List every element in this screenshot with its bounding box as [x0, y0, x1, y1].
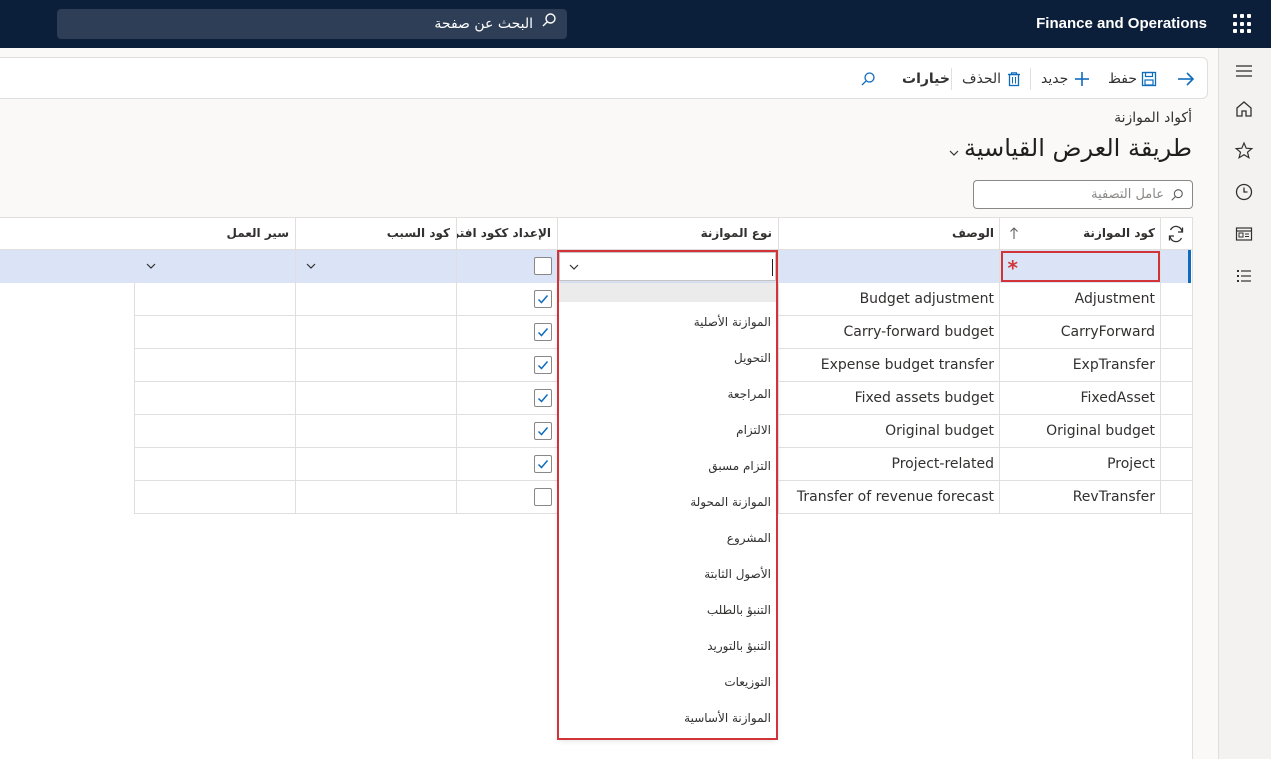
filter-placeholder: عامل التصفية: [1091, 187, 1164, 202]
column-header-workflow[interactable]: سير العمل: [134, 217, 295, 250]
search-icon: [541, 9, 557, 39]
column-header-budget-type[interactable]: نوع الموازنة: [558, 217, 778, 250]
hamburger-menu-icon[interactable]: [1233, 60, 1255, 82]
page-search-input[interactable]: البحث عن صفحة: [57, 9, 567, 39]
action-search-icon[interactable]: [860, 58, 876, 100]
default-setup-checkbox[interactable]: [534, 455, 552, 473]
reason-code-chevron-down-icon[interactable]: [305, 260, 317, 272]
delete-button[interactable]: الحذف: [962, 58, 1022, 100]
app-launcher-icon[interactable]: [1233, 14, 1253, 34]
default-setup-checkbox[interactable]: [534, 389, 552, 407]
breadcrumb: أكواد الموازنة: [1114, 110, 1192, 126]
budget-code-cell[interactable]: Project: [1001, 448, 1160, 481]
new-button[interactable]: جديد: [1041, 58, 1091, 100]
description-cell[interactable]: Budget adjustment: [779, 283, 999, 316]
back-arrow-icon[interactable]: [1176, 58, 1196, 100]
checkmark-icon: [537, 427, 549, 436]
description-cell[interactable]: Expense budget transfer: [779, 349, 999, 382]
filter-input[interactable]: عامل التصفية: [973, 180, 1193, 209]
budget-code-cell[interactable]: RevTransfer: [1001, 481, 1160, 514]
checkmark-icon: [537, 295, 549, 304]
column-header-reason-code[interactable]: كود السبب: [296, 217, 456, 250]
budget-code-cell[interactable]: Original budget: [1001, 415, 1160, 448]
checkmark-icon: [537, 394, 549, 403]
save-label: حفظ: [1108, 71, 1138, 87]
trash-icon: [1007, 72, 1020, 87]
description-cell[interactable]: Transfer of revenue forecast: [779, 481, 999, 514]
save-icon: [1142, 71, 1157, 87]
options-tab[interactable]: خيارات: [902, 58, 950, 100]
default-setup-checkbox[interactable]: [534, 323, 552, 341]
app-title: Finance and Operations: [1036, 15, 1207, 32]
budget-code-cell[interactable]: Adjustment: [1001, 283, 1160, 316]
checkmark-icon: [537, 361, 549, 370]
home-icon[interactable]: [1233, 98, 1255, 120]
navigation-pane: [1218, 48, 1271, 759]
default-setup-checkbox[interactable]: [534, 257, 552, 275]
top-bar: البحث عن صفحة Finance and Operations: [0, 0, 1271, 48]
dropdown-highlight-outline: [557, 250, 778, 740]
modules-list-icon[interactable]: [1233, 265, 1255, 287]
add-icon: [1074, 72, 1089, 86]
column-header-code[interactable]: كود الموازنة: [1001, 217, 1161, 250]
column-header-default-setup[interactable]: الإعداد ككود افتر...: [457, 217, 557, 250]
view-selector-chevron-icon[interactable]: [947, 146, 961, 164]
required-marker: *: [1007, 256, 1018, 280]
description-cell[interactable]: Original budget: [779, 415, 999, 448]
refresh-icon[interactable]: [1166, 225, 1186, 247]
column-header-description[interactable]: الوصف: [779, 217, 1000, 250]
workspaces-icon[interactable]: [1233, 223, 1255, 245]
workflow-chevron-down-icon[interactable]: [145, 260, 157, 272]
delete-label: الحذف: [962, 71, 1002, 87]
new-label: جديد: [1041, 71, 1069, 87]
divider: [951, 68, 952, 90]
sort-ascending-icon: [1009, 226, 1019, 244]
save-button[interactable]: حفظ: [1108, 58, 1157, 100]
filter-search-icon: [1171, 188, 1183, 201]
default-setup-checkbox[interactable]: [534, 356, 552, 374]
checkmark-icon: [537, 460, 549, 469]
budget-code-input[interactable]: *: [1001, 251, 1160, 282]
page-title[interactable]: طريقة العرض القياسية: [964, 134, 1192, 162]
description-cell[interactable]: Carry-forward budget: [779, 316, 999, 349]
selected-row-indicator: [1188, 250, 1191, 283]
search-placeholder: البحث عن صفحة: [434, 16, 533, 32]
budget-code-cell[interactable]: CarryForward: [1001, 316, 1160, 349]
default-setup-checkbox[interactable]: [534, 488, 552, 506]
recent-clock-icon[interactable]: [1233, 181, 1255, 203]
budget-code-cell[interactable]: FixedAsset: [1001, 382, 1160, 415]
description-cell[interactable]: Project-related: [779, 448, 999, 481]
divider: [1030, 68, 1031, 90]
favorites-star-icon[interactable]: [1233, 140, 1255, 162]
action-pane: حفظ جديد الحذف خيارات: [0, 57, 1208, 99]
default-setup-checkbox[interactable]: [534, 290, 552, 308]
description-cell[interactable]: Fixed assets budget: [779, 382, 999, 415]
checkmark-icon: [537, 328, 549, 337]
default-setup-checkbox[interactable]: [534, 422, 552, 440]
budget-code-cell[interactable]: ExpTransfer: [1001, 349, 1160, 382]
